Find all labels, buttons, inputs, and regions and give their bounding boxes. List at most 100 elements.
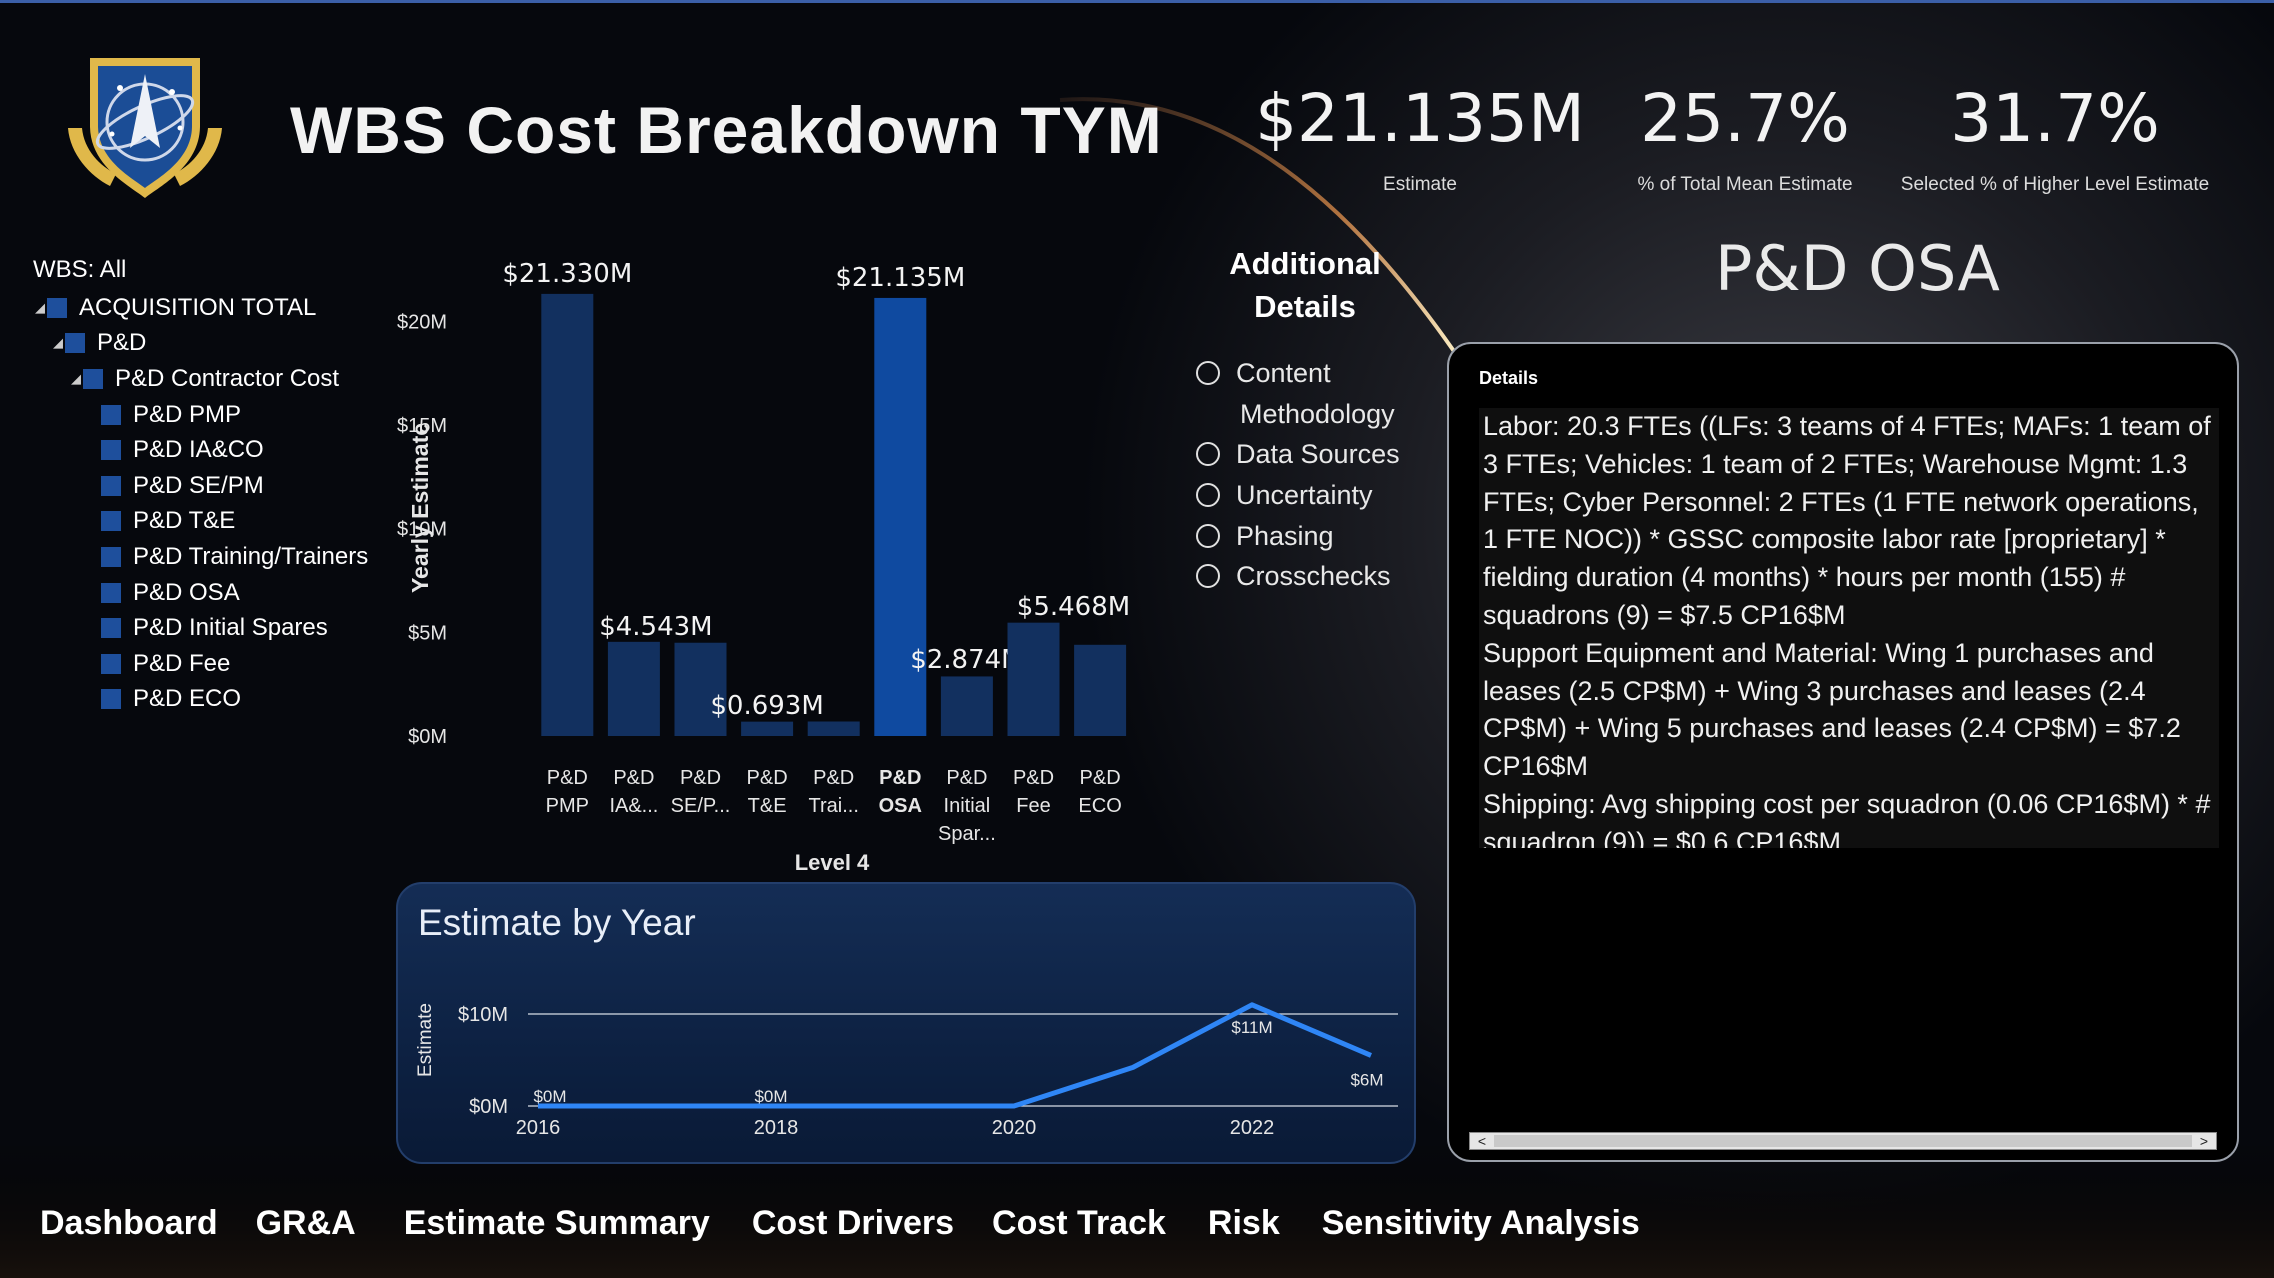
checkbox-icon[interactable]: [101, 653, 121, 674]
tree-item-pandd-iaandco[interactable]: P&D IA&CO: [33, 432, 368, 468]
nav-estimate-summary[interactable]: Estimate Summary: [404, 1204, 710, 1243]
tree-item-label: P&D PMP: [133, 400, 242, 428]
page-title: WBS Cost Breakdown TYM: [290, 93, 1163, 167]
expand-collapse-icon[interactable]: ◢: [51, 335, 65, 351]
scrollbar-thumb[interactable]: [1494, 1135, 2192, 1147]
additional-details-options: Content Methodology Data Sources Uncertaint…: [1196, 358, 1400, 602]
kpi-selected-percent-value: 31.7%: [1950, 80, 2160, 157]
x-tick-label: ECO: [1078, 795, 1121, 817]
x-tick-label: P&D: [946, 767, 987, 789]
tree-item-pandd-fee[interactable]: P&D Fee: [33, 646, 368, 682]
x-tick-label: Trai...: [809, 795, 859, 817]
radio-option-data-sources[interactable]: Data Sources: [1196, 439, 1400, 480]
radio-circle-icon[interactable]: [1196, 564, 1220, 589]
bar-data-label: $0.693M: [710, 691, 823, 721]
x-tick-label: P&D: [747, 767, 788, 789]
tree-item-label: P&D T&E: [133, 507, 236, 535]
kpi-percent-total-mean: 25.7% % of Total Mean Estimate: [1600, 86, 1890, 196]
tree-item-pandd-training-trainers[interactable]: P&D Training/Trainers: [33, 539, 368, 575]
x-tick-label: Initial: [944, 795, 991, 817]
radio-option-content-methodology[interactable]: Content: [1196, 358, 1400, 399]
line-data-label: $6M: [1350, 1070, 1383, 1089]
tree-item-pandd[interactable]: ◢ P&D: [33, 326, 368, 362]
tree-item-pandd-osa[interactable]: P&D OSA: [33, 575, 368, 611]
additional-details-title-line2: Details: [1254, 289, 1356, 324]
nav-sensitivity-analysis[interactable]: Sensitivity Analysis: [1322, 1204, 1640, 1243]
tree-item-label: P&D SE/PM: [133, 471, 264, 499]
tree-item-pandd-pmp[interactable]: P&D PMP: [33, 397, 368, 433]
radio-option-uncertainty[interactable]: Uncertainty: [1196, 480, 1400, 521]
checkbox-icon[interactable]: [47, 297, 67, 318]
tree-item-label: P&D IA&CO: [133, 436, 264, 464]
line-data-label: $0M: [754, 1087, 787, 1106]
x-tick-label: OSA: [879, 795, 922, 817]
x-tick-label: Fee: [1016, 795, 1050, 817]
radio-label: Content: [1236, 358, 1331, 388]
nav-dashboard[interactable]: Dashboard: [40, 1204, 218, 1243]
tree-item-pandd-tande[interactable]: P&D T&E: [33, 504, 368, 540]
checkbox-icon[interactable]: [101, 440, 121, 461]
air-force-space-command-logo: [60, 36, 230, 206]
details-paragraph: Labor: 20.3 FTEs ((LFs: 3 teams of 4 FTE…: [1483, 411, 2211, 630]
bar-3[interactable]: [741, 721, 794, 736]
nav-cost-drivers[interactable]: Cost Drivers: [752, 1204, 954, 1243]
radio-circle-icon[interactable]: [1196, 442, 1220, 467]
x-tick-label: T&E: [748, 795, 787, 817]
x-tick-label: PMP: [546, 795, 589, 817]
expand-collapse-icon[interactable]: ◢: [69, 371, 83, 387]
checkbox-icon[interactable]: [101, 689, 121, 710]
details-horizontal-scrollbar[interactable]: < >: [1469, 1132, 2217, 1150]
x-tick-label: 2018: [754, 1117, 799, 1139]
bar-1[interactable]: [607, 641, 660, 736]
radio-circle-icon[interactable]: [1196, 361, 1220, 385]
bar-data-label: $5.468M: [1017, 592, 1130, 622]
line-data-label: $11M: [1231, 1018, 1272, 1037]
kpi-percent-total-mean-value: 25.7%: [1640, 80, 1850, 157]
checkbox-icon[interactable]: [101, 582, 121, 603]
nav-risk[interactable]: Risk: [1208, 1204, 1280, 1243]
checkbox-icon[interactable]: [101, 511, 121, 532]
checkbox-icon[interactable]: [101, 404, 121, 425]
tree-item-acquisition-total[interactable]: ◢ ACQUISITION TOTAL: [33, 290, 368, 326]
radio-circle-icon[interactable]: [1196, 483, 1220, 508]
bar-0[interactable]: [541, 293, 594, 736]
tree-item-label: P&D Training/Trainers: [133, 542, 369, 570]
checkbox-icon[interactable]: [101, 475, 121, 496]
bar-2[interactable]: [674, 642, 727, 736]
bar-7[interactable]: [1007, 622, 1060, 736]
expand-collapse-icon[interactable]: ◢: [33, 300, 47, 316]
x-tick-label: P&D: [613, 767, 654, 789]
radio-option-crosschecks[interactable]: Crosschecks: [1196, 561, 1400, 602]
radio-circle-icon[interactable]: [1196, 523, 1220, 548]
tree-item-pandd-contractor-cost[interactable]: ◢ P&D Contractor Cost: [33, 361, 368, 397]
x-tick-label: P&D: [680, 767, 721, 789]
checkbox-icon[interactable]: [83, 368, 103, 389]
nav-granda[interactable]: GR&A: [256, 1204, 356, 1243]
details-paragraph: Support Equipment and Material: Wing 1 p…: [1483, 637, 2181, 782]
additional-details-title-line1: Additional: [1229, 246, 1381, 281]
bar-data-label: $4.543M: [599, 612, 712, 642]
checkbox-icon[interactable]: [101, 546, 121, 567]
checkbox-icon[interactable]: [65, 333, 85, 354]
tree-item-pandd-eco[interactable]: P&D ECO: [33, 682, 368, 718]
wbs-tree-slicer: WBS: All ◢ ACQUISITION TOTAL ◢ P&D ◢ P&D Cont…: [33, 256, 368, 717]
x-tick-label: P&D: [547, 767, 588, 789]
estimate-by-year-title: Estimate by Year: [418, 902, 696, 943]
x-tick-label: P&D: [813, 767, 854, 789]
checkbox-icon[interactable]: [101, 618, 121, 639]
bar-8[interactable]: [1074, 644, 1127, 736]
wbs-tree-rows: ◢ ACQUISITION TOTAL ◢ P&D ◢ P&D Contractor Co…: [33, 290, 368, 717]
tree-item-pandd-se-pm[interactable]: P&D SE/PM: [33, 468, 368, 504]
scroll-right-icon[interactable]: >: [2194, 1133, 2214, 1149]
y-tick-label: $10M: [458, 1004, 508, 1026]
nav-cost-track[interactable]: Cost Track: [992, 1204, 1166, 1243]
x-tick-label: IA&...: [609, 795, 658, 817]
tree-item-label: ACQUISITION TOTAL: [79, 293, 317, 321]
yearly-estimate-bar-chart: $0M$5M$10M$15M$20MYearly EstimateP&DPMP$…: [397, 260, 1130, 875]
radio-option-phasing[interactable]: Phasing: [1196, 521, 1400, 562]
bar-4[interactable]: [807, 721, 860, 736]
scroll-left-icon[interactable]: <: [1472, 1133, 1492, 1149]
tree-item-pandd-initial-spares[interactable]: P&D Initial Spares: [33, 610, 368, 646]
bar-6[interactable]: [940, 676, 993, 736]
x-tick-label: 2016: [516, 1117, 561, 1139]
